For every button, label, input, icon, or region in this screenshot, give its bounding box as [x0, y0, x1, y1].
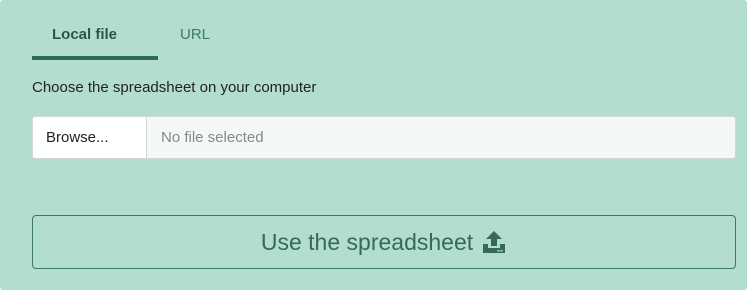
source-tabs: Local file URL	[32, 22, 210, 60]
upload-panel: Local file URL Choose the spreadsheet on…	[0, 0, 747, 290]
use-spreadsheet-label: Use the spreadsheet	[260, 228, 474, 255]
use-spreadsheet-button[interactable]: Use the spreadsheet	[32, 215, 736, 269]
tab-url[interactable]: URL	[158, 22, 210, 60]
selected-file-field[interactable]: No file selected	[147, 117, 735, 158]
browse-button[interactable]: Browse...	[33, 117, 147, 158]
upload-icon	[481, 230, 507, 254]
page: Local file URL Choose the spreadsheet on…	[0, 0, 747, 298]
choose-file-label: Choose the spreadsheet on your computer	[32, 79, 317, 96]
tab-local-file[interactable]: Local file	[32, 22, 158, 60]
file-picker: Browse... No file selected	[32, 116, 736, 159]
